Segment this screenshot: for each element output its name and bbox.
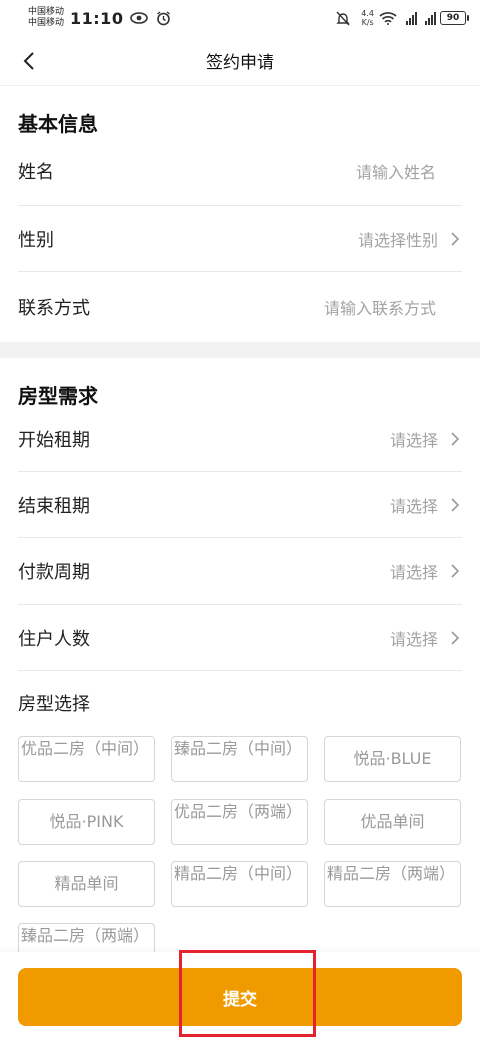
name-input[interactable]: 请输入姓名 [356, 159, 436, 183]
mute-icon [333, 10, 353, 26]
start-date-select[interactable]: 请选择 [390, 427, 438, 451]
page-title: 签约申请 [206, 53, 274, 73]
room-option[interactable]: 精品二房（中间） [171, 861, 308, 907]
start-date-label: 开始租期 [18, 429, 90, 451]
net-speed: 4.4 K/s [361, 9, 374, 27]
battery-indicator: 90 [440, 11, 469, 25]
submit-button[interactable]: 提交 [18, 968, 462, 1026]
end-date-row[interactable]: 结束租期 请选择 [18, 472, 462, 538]
room-option[interactable]: 优品二房（两端） [171, 799, 308, 845]
section-divider [0, 342, 480, 358]
status-time: 11:10 [70, 8, 124, 28]
signal-icon [406, 11, 417, 25]
nav-bar: 签约申请 [0, 36, 480, 86]
wifi-icon [378, 10, 398, 26]
net-speed-unit: K/s [361, 18, 374, 27]
carrier-info: 中国移动 中国移动 [28, 7, 64, 29]
room-needs-title: 房型需求 [18, 384, 98, 408]
chevron-left-icon [23, 52, 34, 70]
contact-label: 联系方式 [18, 298, 90, 319]
occupants-select[interactable]: 请选择 [390, 626, 438, 650]
occupants-label: 住户人数 [18, 628, 90, 650]
name-row[interactable]: 姓名 请输入姓名 [18, 137, 462, 206]
net-speed-value: 4.4 [361, 9, 374, 18]
end-date-label: 结束租期 [18, 495, 90, 517]
gender-row[interactable]: 性别 请选择性别 [18, 206, 462, 272]
chevron-right-icon [448, 230, 462, 248]
eye-icon [129, 10, 149, 26]
room-select-label: 房型选择 [18, 694, 90, 715]
chevron-right-icon [448, 562, 462, 580]
room-option[interactable]: 优品单间 [324, 799, 461, 845]
gender-label: 性别 [18, 229, 54, 251]
payment-cycle-label: 付款周期 [18, 562, 90, 583]
chevron-right-icon [448, 430, 462, 448]
room-option[interactable]: 臻品二房（中间） [171, 736, 308, 782]
alarm-icon [153, 10, 173, 26]
payment-cycle-select[interactable]: 请选择 [390, 559, 438, 583]
payment-cycle-row[interactable]: 付款周期 请选择 [18, 538, 462, 605]
room-option[interactable]: 精品二房（两端） [324, 861, 461, 907]
contact-row[interactable]: 联系方式 请输入联系方式 [18, 272, 462, 342]
contact-input[interactable]: 请输入联系方式 [324, 295, 436, 319]
gender-select[interactable]: 请选择性别 [358, 227, 438, 251]
room-option[interactable]: 精品单间 [18, 861, 155, 907]
basic-info-title: 基本信息 [18, 112, 98, 136]
carrier-1: 中国移动 [28, 7, 65, 17]
chevron-right-icon [448, 496, 462, 514]
occupants-row[interactable]: 住户人数 请选择 [18, 605, 462, 671]
room-option[interactable]: 悦品·BLUE [324, 736, 461, 782]
room-option[interactable]: 悦品·PINK [18, 799, 155, 845]
chevron-right-icon [448, 629, 462, 647]
start-date-row[interactable]: 开始租期 请选择 [18, 406, 462, 472]
status-bar: 中国移动 中国移动 11:10 4.4 K/s 90 [0, 0, 480, 36]
carrier-2: 中国移动 [28, 18, 65, 28]
back-button[interactable] [14, 46, 44, 76]
room-option[interactable]: 优品二房（中间） [18, 736, 155, 782]
signal-icon-2 [425, 11, 436, 25]
name-label: 姓名 [18, 162, 54, 183]
basic-info-section: 基本信息 姓名 请输入姓名 性别 请选择性别 联系方式 请输入联系方式 [0, 87, 480, 342]
end-date-select[interactable]: 请选择 [390, 493, 438, 517]
